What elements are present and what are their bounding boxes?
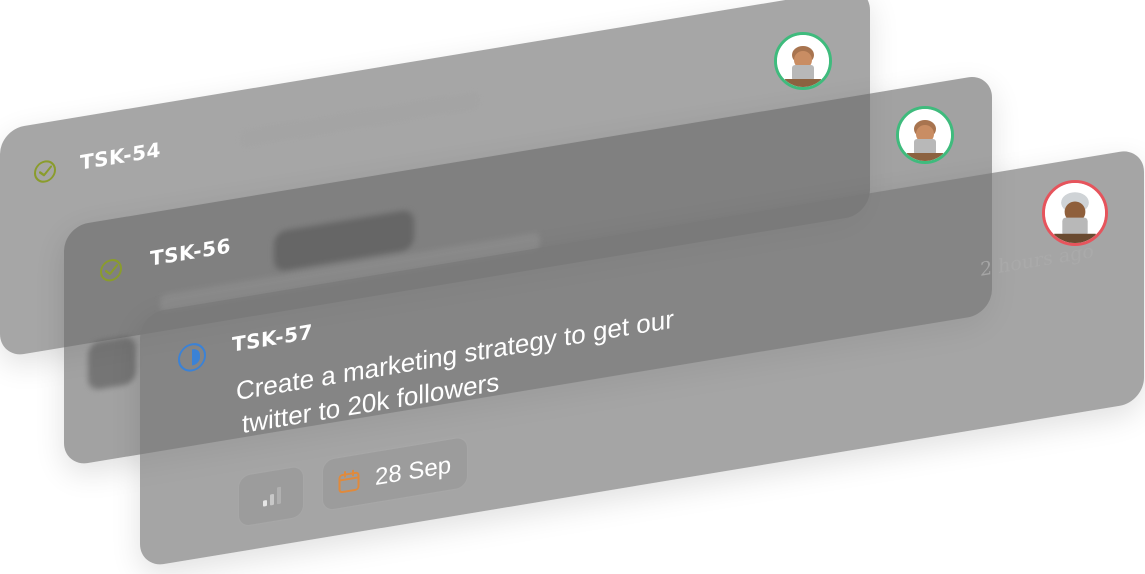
blurred-title-placeholder <box>240 90 480 149</box>
status-in-progress-icon <box>178 341 206 374</box>
status-done-icon <box>34 158 56 185</box>
person-avatar-icon <box>1045 183 1105 243</box>
time-ago: 2 hours ago <box>980 240 1094 281</box>
person-avatar-icon <box>899 109 951 161</box>
due-date-button[interactable]: 28 Sep <box>322 435 468 512</box>
task-id: TSK-56 <box>150 233 231 271</box>
status-done-icon <box>100 257 122 284</box>
assignee-avatar[interactable] <box>1042 180 1108 246</box>
calendar-icon <box>337 467 361 499</box>
task-id: TSK-57 <box>232 319 313 357</box>
assignee-avatar[interactable] <box>774 32 832 90</box>
blurred-priority-button <box>88 335 136 392</box>
person-avatar-icon <box>777 35 829 87</box>
priority-button[interactable] <box>238 464 304 528</box>
signal-bars-icon <box>261 483 283 513</box>
task-id: TSK-54 <box>80 137 161 175</box>
assignee-avatar[interactable] <box>896 106 954 164</box>
due-date-label: 28 Sep <box>375 451 452 492</box>
